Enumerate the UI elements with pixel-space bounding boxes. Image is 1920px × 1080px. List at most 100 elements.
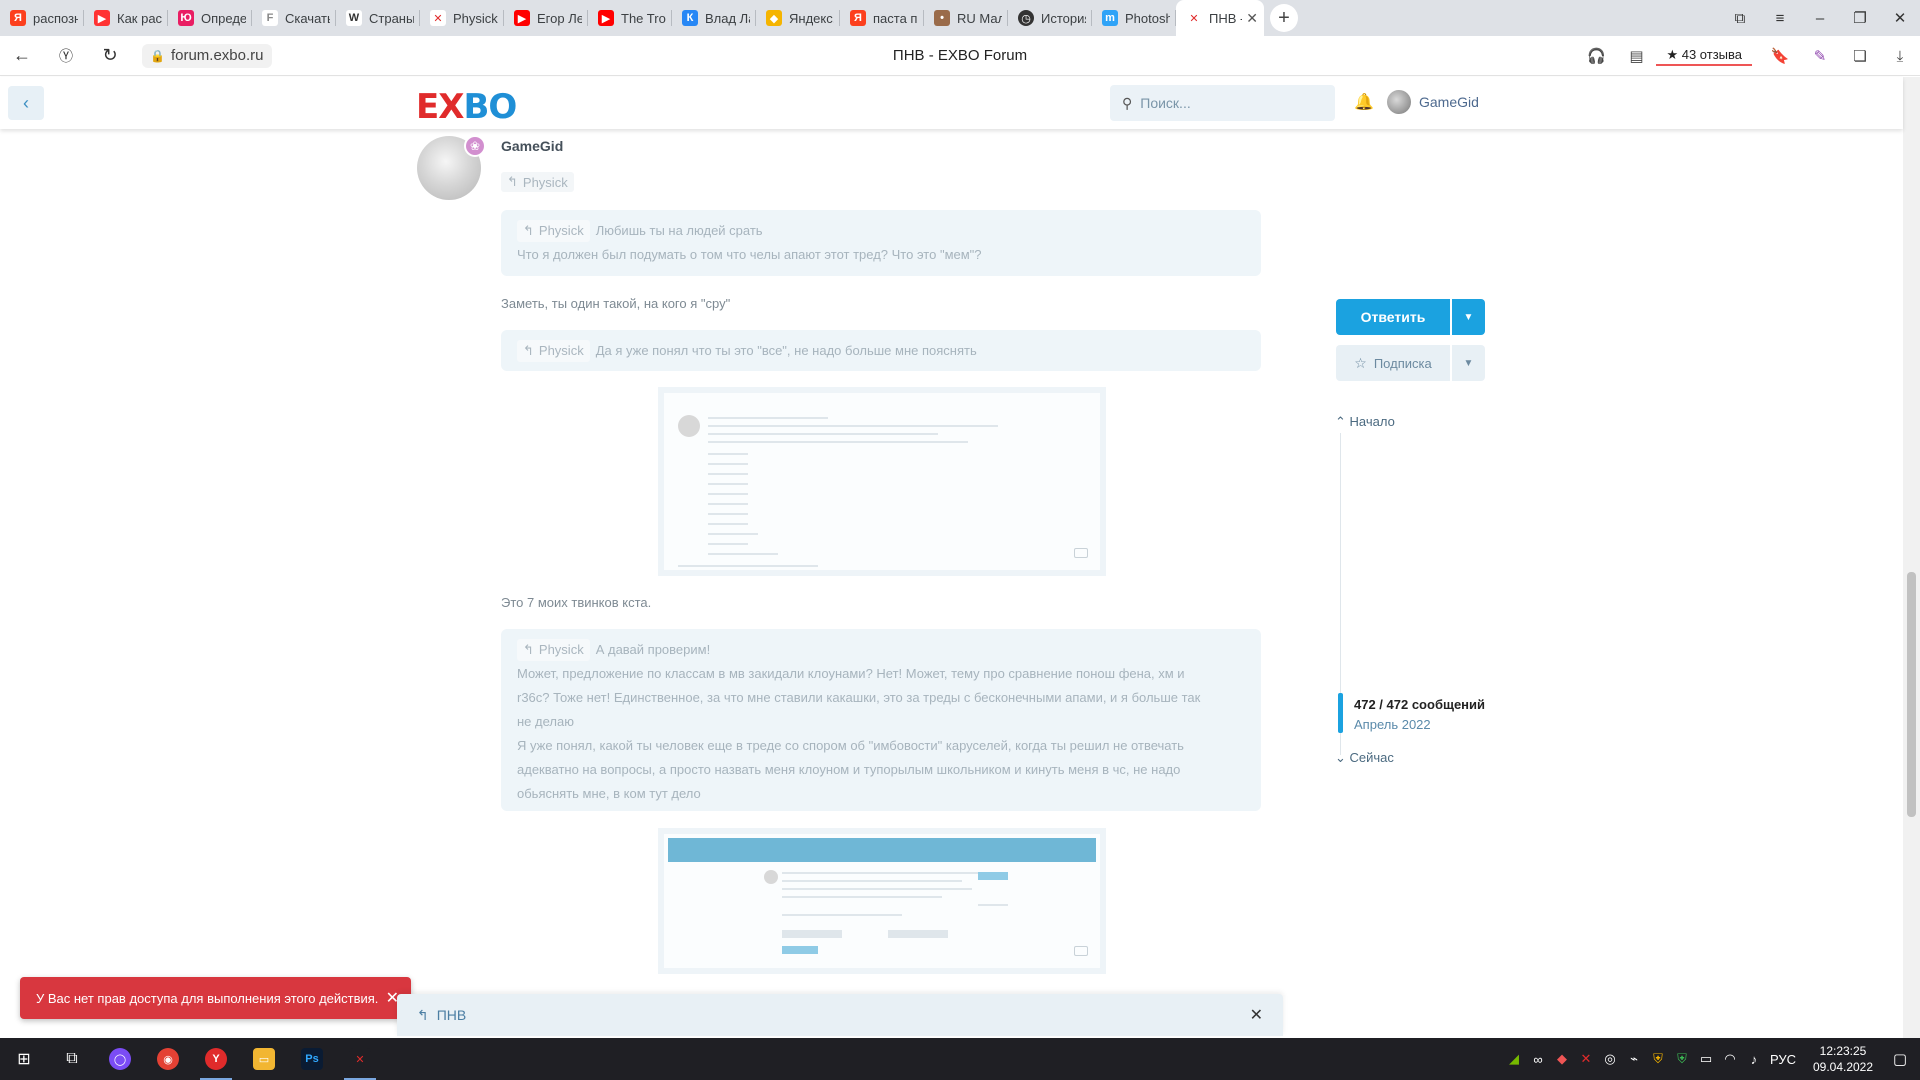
tab-manager-icon[interactable]: ⧉ [1720,0,1760,36]
back-button[interactable]: ‹ [8,86,44,120]
usb-icon[interactable]: ⌁ [1622,1051,1646,1067]
link-icon[interactable]: ∞ [1526,1052,1550,1067]
reply-to-link[interactable]: ↰ Physick [501,172,574,192]
close-icon[interactable]: ✕ [1250,1005,1263,1025]
clock[interactable]: 12:23:25 09.04.2022 [1806,1043,1880,1075]
maps-icon: ◆ [766,10,782,26]
exbo-icon: ✕ [430,10,446,26]
exbo-tray-icon[interactable]: ✕ [1574,1051,1598,1067]
menu-icon[interactable]: ≡ [1760,0,1800,36]
vk-icon: К [682,10,698,26]
download-icon[interactable]: ⤓ [1880,36,1920,76]
reload-icon[interactable]: ↻ [88,36,132,76]
new-tab-button[interactable]: + [1270,4,1298,32]
scrubber-track[interactable] [1340,433,1341,693]
collections-icon[interactable]: ❏ [1840,36,1880,76]
bell-icon[interactable]: 🔔 [1354,92,1374,112]
browser-tab[interactable]: Япаста про [840,0,924,36]
quote-author-link[interactable]: ↰ Physick [517,220,590,242]
headphones-icon[interactable]: 🎧 [1576,36,1616,76]
pen-icon[interactable]: ✎ [1800,36,1840,76]
subscribe-dropdown-button[interactable]: ▼ [1452,345,1485,381]
alice-icon[interactable]: ◯ [96,1038,144,1080]
browser-tab-active[interactable]: ✕ПНВ - E✕ [1176,0,1264,36]
embedded-screenshot[interactable] [658,828,1106,974]
star-icon: ☆ [1354,354,1367,371]
browser-tab[interactable]: ◷История [1008,0,1092,36]
reader-mode-icon[interactable]: ▤ [1616,36,1656,76]
page-scrollbar[interactable] [1903,77,1920,1038]
browser-tab[interactable]: КВлад Ларк [672,0,756,36]
quote-block: ↰ Physick Да я уже понял что ты это "все",… [501,330,1261,371]
notification-icon[interactable]: ▢ [1880,1050,1920,1068]
browser-tab[interactable]: ▶The Trollge [588,0,672,36]
video-icon: ▶ [94,10,110,26]
language-indicator[interactable]: РУС [1766,1052,1800,1067]
wifi-icon[interactable]: ◠ [1718,1051,1742,1067]
post-author[interactable]: GameGid [501,138,563,154]
quote-author-link[interactable]: ↰ Physick [517,340,590,362]
browser-tab[interactable]: •RU Мальчи [924,0,1008,36]
battery-icon[interactable]: ▭ [1694,1051,1718,1067]
composer-bar[interactable]: ↰ ПНВ ✕ [397,994,1283,1036]
yandex-home-icon[interactable]: Ⓨ [44,36,88,76]
browser-tab[interactable]: ✕Physick - E [420,0,504,36]
nvidia-icon[interactable]: ◢ [1502,1051,1526,1067]
photoshop-icon[interactable]: Ps [288,1038,336,1080]
scrubber-now-link[interactable]: ⌄ Сейчас [1335,750,1394,766]
error-toast: У Вас нет прав доступа для выполнения эт… [20,977,411,1019]
search-input[interactable]: ⚲ Поиск... [1110,85,1335,121]
bookmark-icon[interactable]: 🔖 [1760,36,1800,76]
avatar-icon: • [934,10,950,26]
app-tray-icon[interactable]: ◆ [1550,1051,1574,1067]
url-field[interactable]: 🔒 forum.exbo.ru [142,43,272,68]
steam-icon[interactable]: ◎ [1598,1051,1622,1067]
subscribe-button[interactable]: ☆ Подписка [1336,345,1450,381]
reply-button[interactable]: Ответить [1336,299,1450,335]
scrollbar-thumb[interactable] [1907,572,1916,817]
post-text: Это 7 моих твинков кста. [501,595,652,610]
volume-icon[interactable]: ♪ [1742,1052,1766,1067]
file-explorer-icon[interactable]: ▭ [240,1038,288,1080]
browser-tab[interactable]: Яраспознав [0,0,84,36]
search-icon: ⚲ [1122,94,1133,111]
font-icon: F [262,10,278,26]
windows-start-icon[interactable]: ⊞ [0,1038,48,1080]
browser-tab[interactable]: ЮОпредели [168,0,252,36]
browser-tab[interactable]: ◆Яндекс.Ка [756,0,840,36]
shield-icon[interactable]: ⛨ [1646,1051,1670,1067]
reply-icon: ↰ [523,343,534,358]
lock-icon: 🔒 [150,48,165,63]
close-tab-icon[interactable]: ✕ [1246,10,1258,27]
minimize-icon[interactable]: – [1800,0,1840,36]
chrome-icon[interactable]: ◉ [144,1038,192,1080]
post-text: Заметь, ты один такой, на кого я "сру" [501,296,731,311]
image-icon [1074,946,1088,956]
youtube-icon: ▶ [514,10,530,26]
reply-icon: ↰ [507,174,518,189]
maximize-icon[interactable]: ❐ [1840,0,1880,36]
exbo-logo[interactable]: EXBO [416,87,517,127]
browser-tab[interactable]: FСкачать ш [252,0,336,36]
close-window-icon[interactable]: ✕ [1880,0,1920,36]
security-icon[interactable]: ⛨ [1670,1051,1694,1067]
scrubber-start-link[interactable]: ⌃ Начало [1335,414,1395,430]
yandex-icon: Я [850,10,866,26]
browser-tab[interactable]: mPhotoshop [1092,0,1176,36]
quote-author-link[interactable]: ↰ Physick [517,639,590,661]
task-view-icon[interactable]: ⧉ [48,1038,96,1080]
yandex-browser-icon[interactable]: Y [192,1038,240,1080]
user-menu[interactable]: GameGid [1387,90,1479,114]
avatar [678,415,700,437]
double-chevron-down-icon: ⌄ [1335,750,1346,765]
caret-down-icon: ▼ [1463,311,1474,323]
scrubber-handle[interactable] [1338,693,1343,733]
reply-dropdown-button[interactable]: ▼ [1452,299,1485,335]
browser-tab[interactable]: WСтраны «с [336,0,420,36]
reviews-badge[interactable]: ★ 43 отзыва [1656,46,1752,66]
browser-tab[interactable]: ▶Егор Лето [504,0,588,36]
exbo-app-icon[interactable]: ✕ [336,1038,384,1080]
back-arrow-icon[interactable]: ← [0,36,44,76]
browser-tab[interactable]: ▶Как распо [84,0,168,36]
embedded-screenshot[interactable] [658,387,1106,576]
